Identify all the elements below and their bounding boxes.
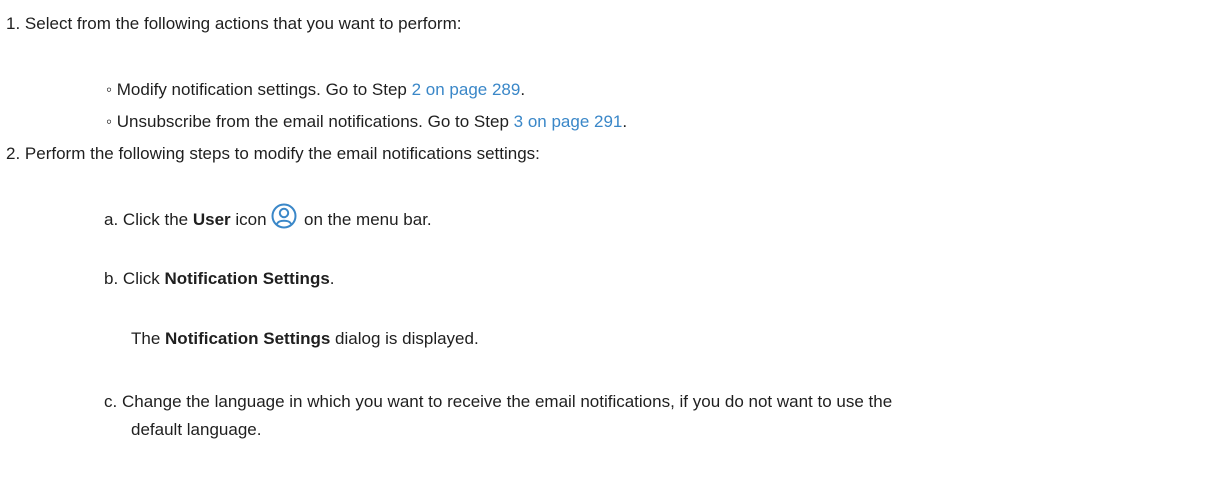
- notification-settings-label: Notification Settings: [164, 269, 330, 288]
- bullet: ◦: [106, 112, 113, 131]
- substep-b-period: .: [329, 269, 335, 288]
- page-link-step-3[interactable]: 3 on page 291: [514, 112, 623, 131]
- substep-c-line-1: Change the language in which you want to…: [121, 392, 893, 411]
- notification-settings-dialog-label: Notification Settings: [165, 329, 331, 348]
- substep-a-letter: a.: [104, 210, 119, 229]
- option-period: .: [520, 80, 526, 99]
- option-period: .: [622, 112, 628, 131]
- option-text: Unsubscribe from the email notifications…: [116, 112, 509, 131]
- substep-a-text-after: on the menu bar.: [304, 210, 432, 229]
- substep-b-result: The Notification Settings dialog is disp…: [131, 328, 479, 350]
- substep-c: c. Change the language in which you want…: [104, 391, 892, 413]
- substep-b: b. Click Notification Settings.: [104, 268, 335, 290]
- bullet: ◦: [106, 80, 113, 99]
- page-link-step-2[interactable]: 2 on page 289: [412, 80, 521, 99]
- user-icon: [271, 203, 297, 229]
- step-1-text: Select from the following actions that y…: [24, 14, 462, 33]
- substep-c-continued: default language.: [131, 419, 261, 441]
- substep-a: a. Click the User icon on the menu bar.: [104, 203, 432, 231]
- step-1-option-2: ◦ Unsubscribe from the email notificatio…: [106, 111, 627, 133]
- result-text-after: dialog is displayed.: [335, 329, 479, 348]
- user-label: User: [192, 210, 231, 229]
- step-1-option-1: ◦ Modify notification settings. Go to St…: [106, 79, 525, 101]
- result-text-before: The: [131, 329, 161, 348]
- step-2: 2. Perform the following steps to modify…: [6, 143, 540, 165]
- substep-b-text-before: Click: [122, 269, 160, 288]
- step-2-text: Perform the following steps to modify th…: [24, 144, 540, 163]
- step-1: 1. Select from the following actions tha…: [6, 13, 461, 35]
- step-1-number: 1.: [6, 14, 21, 33]
- substep-c-letter: c.: [104, 392, 118, 411]
- substep-a-text-mid: icon: [235, 210, 267, 229]
- substep-a-text-before: Click the: [122, 210, 189, 229]
- substep-c-line-2: default language.: [131, 420, 262, 439]
- step-2-number: 2.: [6, 144, 21, 163]
- option-text: Modify notification settings. Go to Step: [116, 80, 407, 99]
- substep-b-letter: b.: [104, 269, 119, 288]
